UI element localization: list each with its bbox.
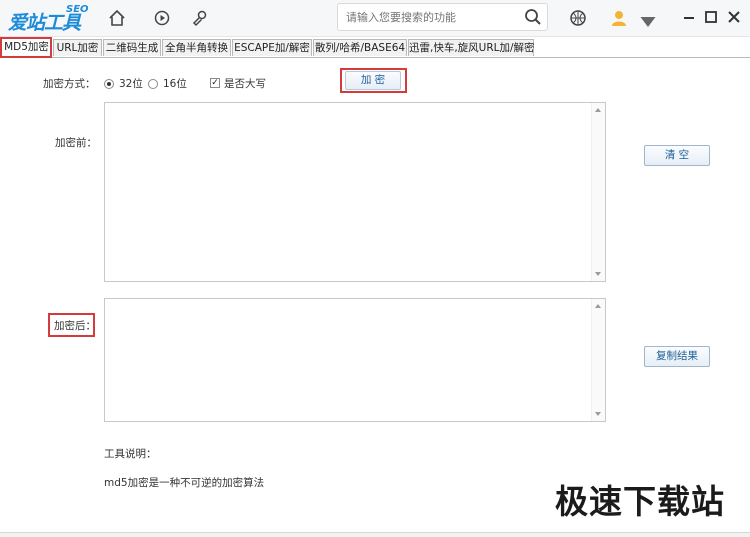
output-scrollbar[interactable] xyxy=(591,299,605,421)
tab-bar: MD5加密 URL加密 二维码生成 全角半角转换 ESCAPE加/解密 散列/哈… xyxy=(0,38,750,58)
help-title: 工具说明： xyxy=(104,448,157,460)
before-label: 加密前： xyxy=(55,137,97,149)
scroll-up-icon[interactable] xyxy=(595,108,601,112)
user-avatar-icon[interactable] xyxy=(609,8,629,28)
search-box[interactable] xyxy=(337,3,548,31)
play-circle-icon[interactable] xyxy=(152,8,172,28)
input-scrollbar[interactable] xyxy=(591,103,605,281)
search-icon[interactable] xyxy=(524,8,542,26)
radio-16bit-label[interactable]: 16位 xyxy=(163,76,187,91)
radio-16bit[interactable] xyxy=(148,79,158,89)
highlight-after-label xyxy=(48,313,95,337)
highlight-encrypt-button xyxy=(340,68,407,93)
clear-button[interactable]: 清 空 xyxy=(644,145,710,166)
tab-thunder-url[interactable]: 迅雷,快车,旋风URL加/解密 xyxy=(408,39,535,56)
basketball-icon[interactable] xyxy=(568,8,588,28)
input-textarea[interactable] xyxy=(104,102,606,282)
radio-32bit-label[interactable]: 32位 xyxy=(119,76,143,91)
uppercase-checkbox[interactable]: ✓ xyxy=(210,78,220,88)
output-textarea[interactable] xyxy=(104,298,606,422)
copy-result-button[interactable]: 复制结果 xyxy=(644,346,710,367)
search-input[interactable] xyxy=(346,9,516,25)
scroll-down-icon[interactable] xyxy=(595,272,601,276)
maximize-icon[interactable] xyxy=(702,8,720,26)
method-label: 加密方式： xyxy=(43,78,96,90)
tab-fullhalf[interactable]: 全角半角转换 xyxy=(162,39,231,56)
highlight-md5-tab xyxy=(0,37,52,58)
scroll-down-icon[interactable] xyxy=(595,412,601,416)
tab-escape[interactable]: ESCAPE加/解密 xyxy=(232,39,312,56)
help-text: md5加密是一种不可逆的加密算法 xyxy=(104,477,265,489)
tab-url[interactable]: URL加密 xyxy=(53,39,102,56)
tab-qrcode[interactable]: 二维码生成 xyxy=(103,39,161,56)
status-bar xyxy=(0,532,750,537)
title-bar: 爱站工具包 SEO xyxy=(0,0,750,61)
logo-seo: SEO xyxy=(66,4,89,15)
tab-hash-base64[interactable]: 散列/哈希/BASE64 xyxy=(313,39,407,56)
uppercase-label[interactable]: 是否大写 xyxy=(224,76,266,91)
watermark-text: 极速下载站 xyxy=(555,482,725,521)
radio-32bit[interactable] xyxy=(104,79,114,89)
tools-icon[interactable] xyxy=(190,8,210,28)
dropdown-arrow-icon[interactable] xyxy=(638,12,656,27)
scroll-up-icon[interactable] xyxy=(595,304,601,308)
app-logo: 爱站工具包 SEO xyxy=(8,4,94,61)
minimize-icon[interactable] xyxy=(680,8,698,26)
home-icon[interactable] xyxy=(107,8,127,28)
close-icon[interactable] xyxy=(725,8,743,26)
